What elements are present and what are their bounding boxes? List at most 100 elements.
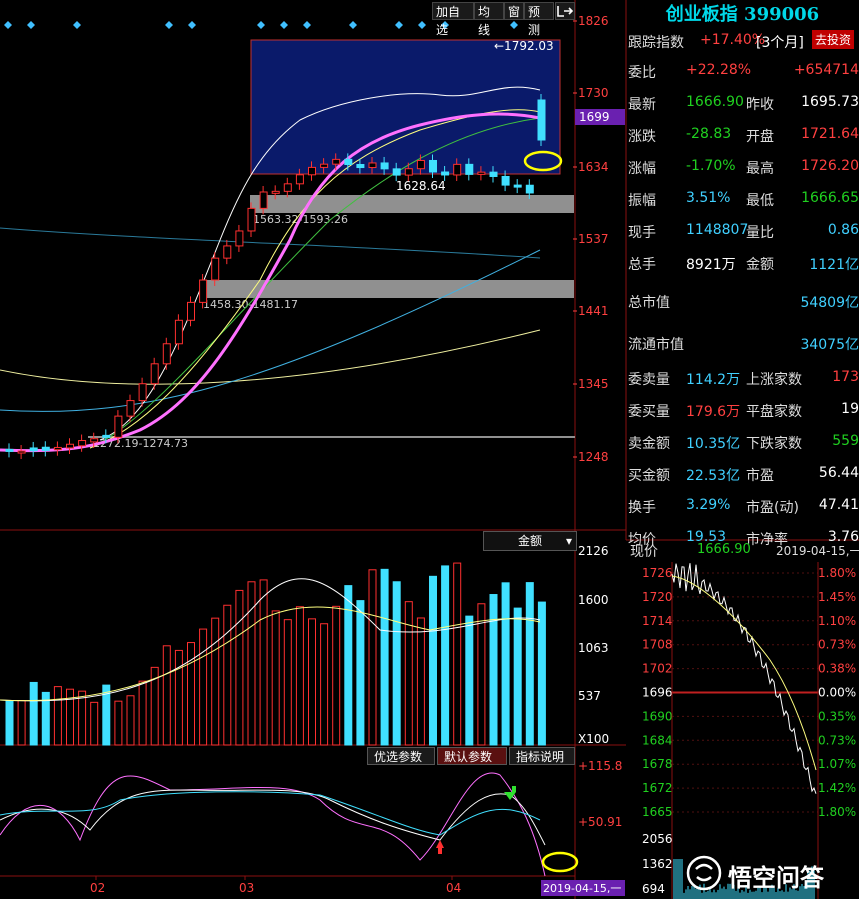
volume-bar: [30, 682, 37, 745]
indicator-select[interactable]: 金额 ▾: [483, 531, 577, 551]
quote-row: 买金额 22.53亿 市盈 56.44: [628, 459, 859, 489]
volume-bar: [6, 701, 13, 745]
ma-line-120: [0, 330, 540, 384]
quote-v1: 1666.90: [686, 94, 744, 110]
candle-body: [224, 246, 231, 258]
intraday-vol-axis: 1362: [642, 857, 673, 871]
candle-body: [175, 320, 182, 343]
volume-axis-label: 1063: [578, 641, 609, 655]
volume-bar: [212, 618, 219, 745]
quote-v1: 1148807: [686, 222, 748, 238]
candle-body: [490, 172, 497, 176]
indicator-select-value: 金额: [518, 534, 542, 548]
volume-axis-label: 537: [578, 689, 601, 703]
price-axis-label: 1537: [578, 232, 609, 246]
volume-bar: [357, 601, 364, 745]
candle-body: [321, 164, 328, 167]
volume-bar: [284, 620, 291, 745]
quote-l1: 振幅: [628, 190, 656, 210]
intraday-left-axis: 1678: [642, 757, 673, 771]
volume-bar: [115, 701, 122, 745]
volume-bar: [454, 563, 461, 745]
quote-l1: 最新: [628, 94, 656, 114]
quote-v1: 179.6万: [686, 401, 740, 421]
quote-v1: -1.70%: [686, 158, 736, 174]
volume-bar: [18, 701, 25, 745]
quote-l2: 下跌家数: [746, 433, 802, 453]
quote-l2: 昨收: [746, 94, 774, 114]
high-label: ←1792.03: [494, 39, 554, 53]
candle-body: [42, 447, 49, 450]
osc-axis-label: +115.8: [578, 759, 622, 773]
intraday-price-label: 现价: [630, 541, 658, 561]
quote-l2: 市盈(动): [746, 497, 799, 517]
quote-row: 卖金额 10.35亿 下跌家数 559: [628, 427, 859, 457]
ma-line-long: [0, 228, 540, 258]
candle-body: [393, 169, 400, 175]
candle-body: [430, 160, 437, 172]
mktcap-label: 总市值: [628, 292, 670, 312]
volume-bar: [260, 580, 267, 745]
ma-lines-button[interactable]: 均线: [474, 2, 504, 20]
quote-row: 最新 1666.90 昨收 1695.73: [628, 88, 859, 118]
quote-l2: 开盘: [746, 126, 774, 146]
volume-bar: [381, 569, 388, 745]
volume-bar: [514, 608, 521, 745]
quote-row: 涨跌 -28.83 开盘 1721.64: [628, 120, 859, 150]
quote-v2: 19: [841, 401, 859, 417]
candle-body: [188, 302, 195, 320]
invest-button[interactable]: 去投资: [812, 30, 854, 49]
quote-l1: 卖金额: [628, 433, 670, 453]
volume-bar: [321, 624, 328, 745]
price-axis-label: 1345: [578, 377, 609, 391]
tab-default-params[interactable]: 默认参数: [437, 747, 507, 765]
alert-button[interactable]: 预测: [524, 2, 554, 20]
candle-body: [54, 447, 61, 449]
candle-body: [333, 159, 340, 164]
quote-row: 委买量 179.6万 平盘家数 19: [628, 395, 859, 425]
up-arrow-icon: [436, 840, 444, 854]
volume-bar: [466, 616, 473, 745]
osc-line-j: [0, 792, 540, 835]
volume-bar: [224, 605, 231, 745]
tab-optimal-params[interactable]: 优选参数: [367, 747, 435, 765]
x-axis-label: 02: [90, 881, 105, 895]
candle-body: [357, 165, 364, 168]
marker-diamond-icon: [257, 21, 265, 29]
window-button[interactable]: 窗: [504, 2, 524, 20]
candle-body: [18, 451, 25, 453]
intraday-left-axis: 1720: [642, 590, 673, 604]
candle-body: [478, 172, 485, 174]
volume-bar: [272, 611, 279, 745]
volume-bar: [442, 566, 449, 745]
candle-body: [67, 444, 74, 448]
volume-bar: [91, 702, 98, 745]
intraday-right-axis: 1.80%: [818, 805, 856, 819]
quote-l2: 上涨家数: [746, 369, 802, 389]
candle-body: [514, 185, 521, 187]
candle-body: [103, 435, 110, 437]
highlight-ellipse-osc: [543, 853, 577, 871]
quote-l1: 委比: [628, 62, 656, 82]
volume-bar: [369, 570, 376, 745]
volume-bar: [417, 618, 424, 745]
exit-icon[interactable]: [555, 2, 575, 20]
candle-body: [369, 163, 376, 168]
add-watchlist-button[interactable]: 加自选: [432, 2, 474, 20]
quote-v1: +22.28%: [686, 62, 751, 78]
intraday-right-axis: 1.07%: [818, 757, 856, 771]
marker-diamond-icon: [4, 21, 12, 29]
candle-body: [345, 159, 352, 164]
volume-bar: [79, 691, 86, 745]
volume-bar: [478, 604, 485, 745]
intraday-left-axis: 1684: [642, 733, 673, 747]
candle-body: [151, 364, 158, 384]
tab-indicator-help[interactable]: 指标说明: [509, 747, 575, 765]
volume-axis-label: 1600: [578, 593, 609, 607]
intraday-right-axis: 0.00%: [818, 686, 856, 700]
marker-diamond-icon: [280, 21, 288, 29]
intraday-right-axis: 1.45%: [818, 590, 856, 604]
candle-body: [236, 231, 243, 246]
intraday-date: 2019-04-15,一: [776, 542, 859, 559]
quote-l1: 总手: [628, 254, 656, 274]
